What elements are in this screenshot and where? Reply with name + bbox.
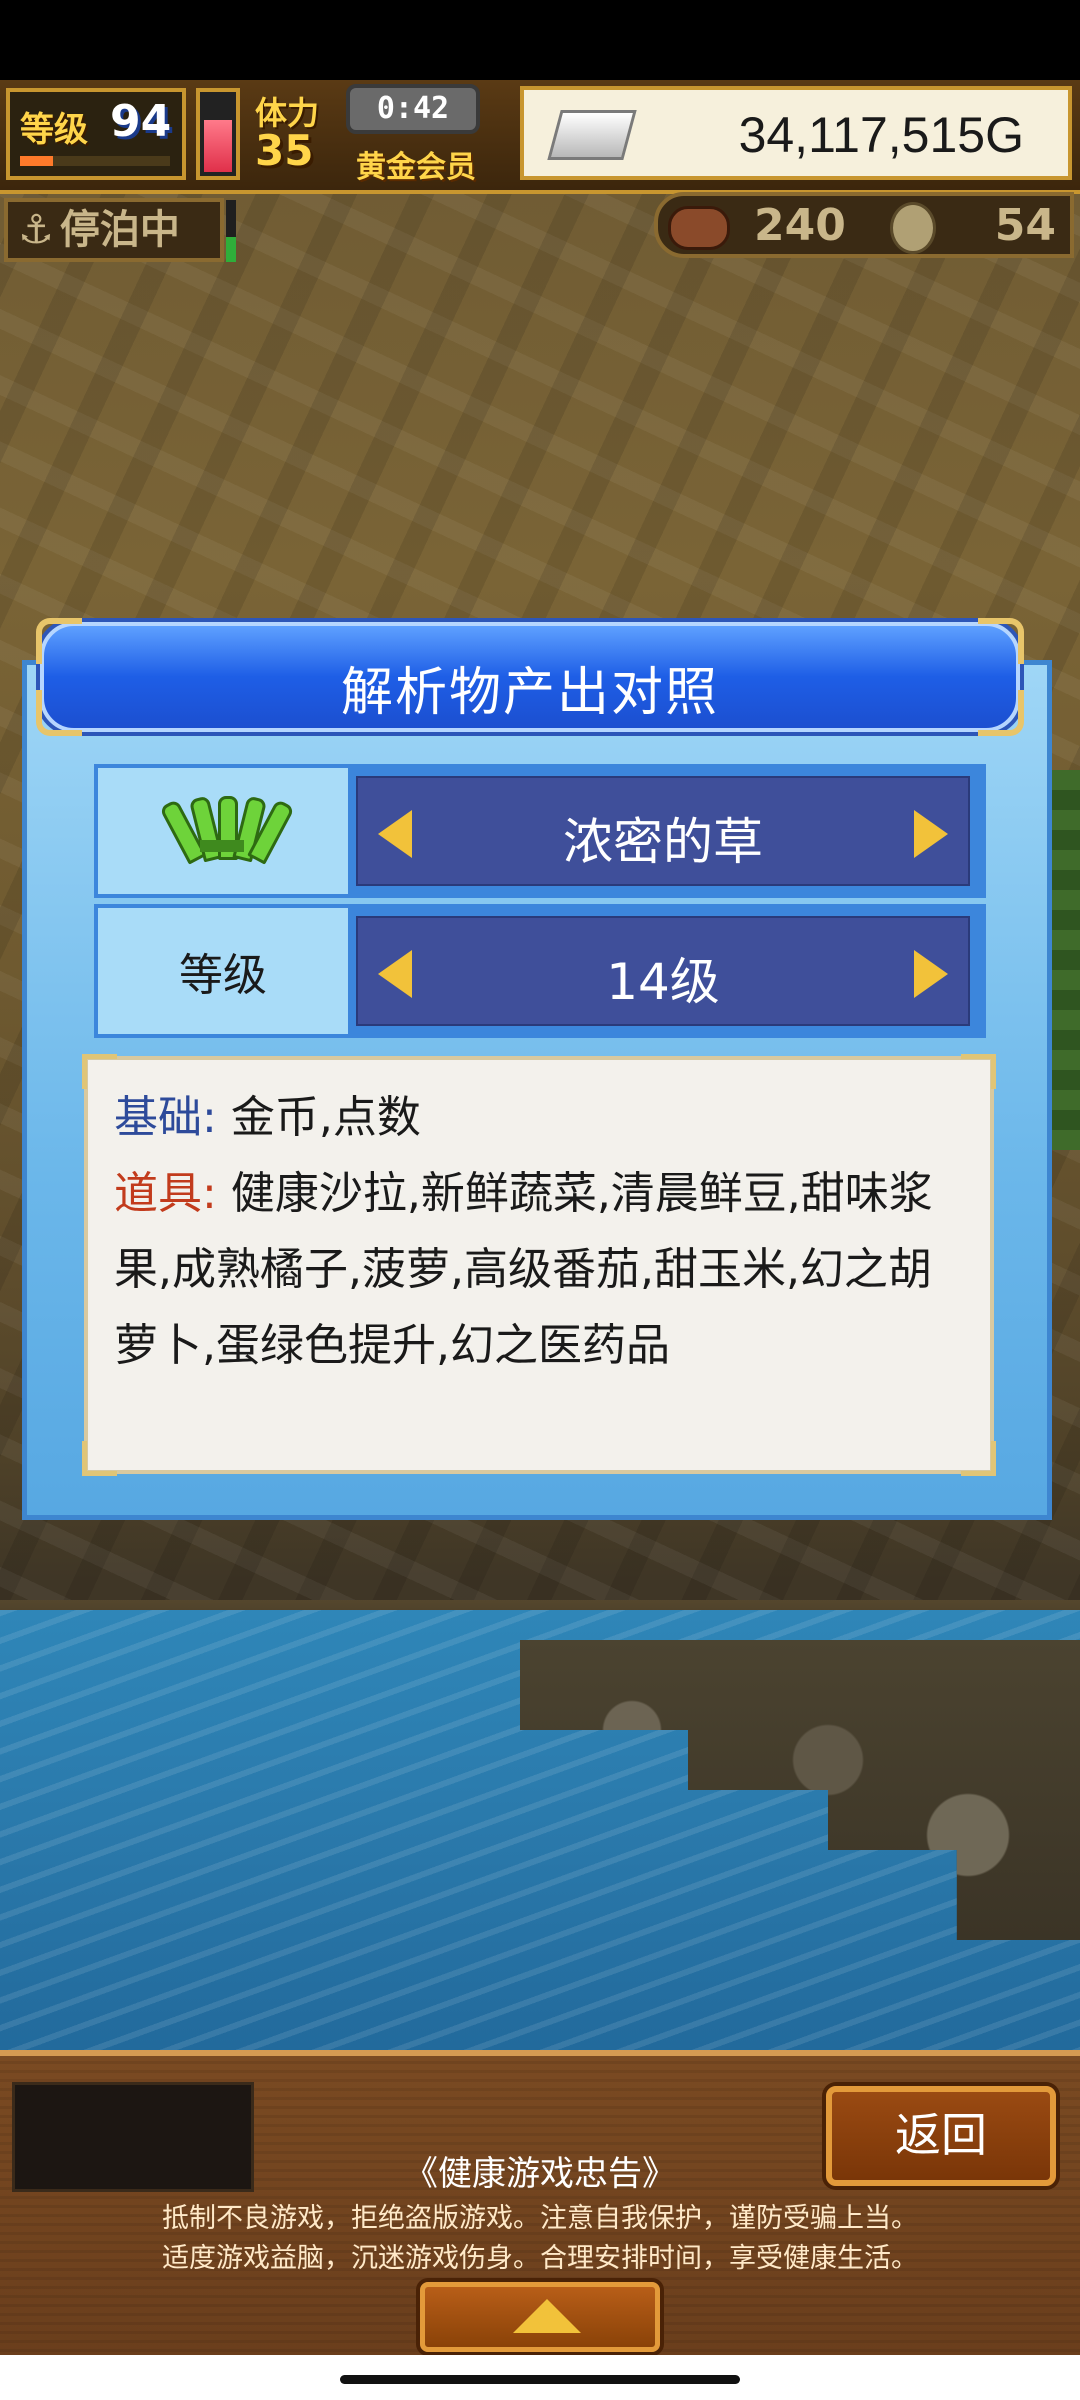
- medal-count: 54: [994, 200, 1056, 251]
- silver-ingot-icon: [547, 110, 637, 160]
- selected-level: 14级: [606, 953, 720, 1011]
- moored-status: ⚓ 停泊中: [4, 198, 224, 262]
- level-value: 94: [110, 96, 172, 147]
- gold-amount: 34,117,515G: [738, 107, 1024, 163]
- food-icon: [668, 206, 730, 250]
- items-label: 道具:: [114, 1168, 217, 1219]
- moored-gauge: [226, 200, 236, 262]
- item-name: 浓密的草: [563, 813, 763, 871]
- item-icon-cell: [98, 768, 348, 894]
- output-info-panel: 基础: 金币,点数 道具: 健康沙拉,新鲜蔬菜,清晨鲜豆,甜味浆果,成熟橘子,菠…: [82, 1054, 996, 1476]
- xp-bar: [20, 156, 170, 166]
- system-nav-bar: [0, 2355, 1080, 2400]
- resource-bar: 240 54: [654, 192, 1074, 258]
- item-selector: 浓密的草: [356, 776, 970, 886]
- level-label: 等级: [20, 110, 88, 150]
- gold-panel: 34,117,515G: [520, 86, 1072, 180]
- items-value: 健康沙拉,新鲜蔬菜,清晨鲜豆,甜味浆果,成熟橘子,菠萝,高级番茄,甜玉米,幻之胡…: [114, 1168, 933, 1371]
- medal-icon: [890, 202, 936, 254]
- bottom-panel: 返回 《健康游戏忠告》 抵制不良游戏，拒绝盗版游戏。注意自我保护，谨防受骗上当。…: [0, 2050, 1080, 2361]
- health-notice-title: 《健康游戏忠告》: [404, 2154, 676, 2194]
- next-level-arrow-icon[interactable]: [914, 950, 948, 998]
- items-output-line: 道具: 健康沙拉,新鲜蔬菜,清晨鲜豆,甜味浆果,成熟橘子,菠萝,高级番茄,甜玉米…: [114, 1156, 964, 1384]
- stamina-gauge: [196, 88, 240, 180]
- dense-grass-icon: [159, 795, 295, 866]
- base-label: 基础:: [114, 1092, 217, 1143]
- health-notice-line2: 适度游戏益脑，沉迷游戏伤身。合理安排时间，享受健康生活。: [162, 2243, 918, 2274]
- next-item-arrow-icon[interactable]: [914, 810, 948, 858]
- level-row-label: 等级: [98, 908, 348, 1034]
- stamina-value: 35: [255, 126, 314, 175]
- up-arrow-icon: [513, 2299, 581, 2333]
- timer: 0:42: [346, 84, 480, 134]
- base-output-line: 基础: 金币,点数: [114, 1080, 964, 1156]
- dialog-title: 解析物产出对照: [340, 663, 719, 723]
- health-notice-line1: 抵制不良游戏，拒绝盗版游戏。注意自我保护，谨防受骗上当。: [162, 2203, 918, 2234]
- membership-badge[interactable]: 黄金会员: [356, 142, 476, 186]
- player-level-panel[interactable]: 等级 94: [6, 88, 186, 180]
- level-selector: 14级: [356, 916, 970, 1026]
- top-hud: 等级 94 体力 35 0:42 黄金会员 34,117,515G: [0, 80, 1080, 194]
- level-selector-row: 等级 14级: [94, 904, 986, 1038]
- system-status-bar: [0, 0, 1080, 80]
- anchor-icon: ⚓: [18, 207, 54, 253]
- base-value: 金币,点数: [230, 1092, 421, 1143]
- moored-label: 停泊中: [59, 207, 180, 253]
- dialog-header: 解析物产出对照: [36, 618, 1024, 736]
- home-gesture-handle[interactable]: [340, 2375, 740, 2384]
- expand-menu-button[interactable]: [420, 2282, 660, 2352]
- item-selector-row: 浓密的草: [94, 764, 986, 898]
- food-count: 240: [754, 200, 846, 251]
